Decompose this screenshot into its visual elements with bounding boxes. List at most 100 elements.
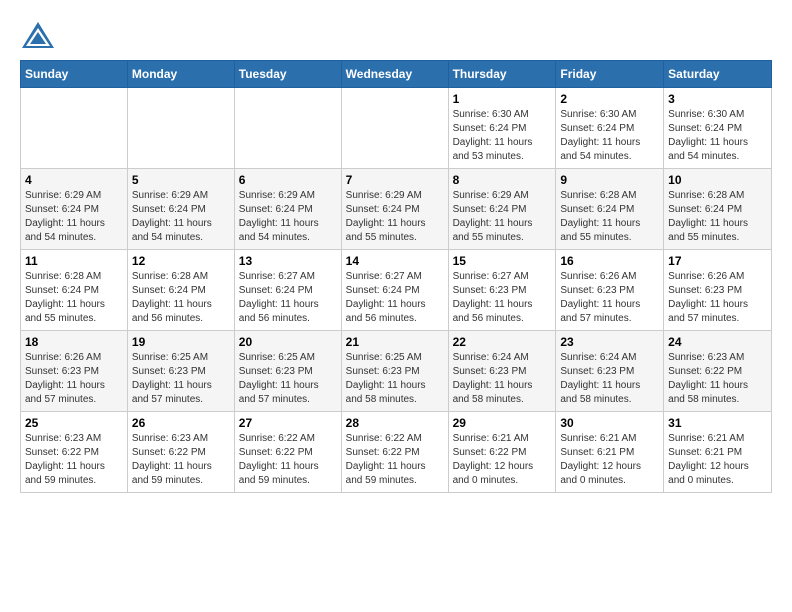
day-info: Sunrise: 6:23 AM Sunset: 6:22 PM Dayligh… (132, 432, 230, 488)
calendar-header: SundayMondayTuesdayWednesdayThursdayFrid… (21, 61, 772, 88)
day-number: 19 (132, 335, 230, 349)
calendar-cell: 25 Sunrise: 6:23 AM Sunset: 6:22 PM Dayli… (21, 412, 128, 493)
day-number: 25 (25, 416, 123, 430)
day-info: Sunrise: 6:29 AM Sunset: 6:24 PM Dayligh… (132, 189, 230, 245)
day-number: 29 (453, 416, 552, 430)
day-number: 12 (132, 254, 230, 268)
header-tuesday: Tuesday (234, 61, 341, 88)
day-info: Sunrise: 6:30 AM Sunset: 6:24 PM Dayligh… (453, 108, 552, 164)
day-number: 22 (453, 335, 552, 349)
calendar-cell: 22 Sunrise: 6:24 AM Sunset: 6:23 PM Dayli… (448, 331, 556, 412)
calendar-cell: 28 Sunrise: 6:22 AM Sunset: 6:22 PM Dayli… (341, 412, 448, 493)
calendar-cell: 13 Sunrise: 6:27 AM Sunset: 6:24 PM Dayli… (234, 250, 341, 331)
day-info: Sunrise: 6:29 AM Sunset: 6:24 PM Dayligh… (25, 189, 123, 245)
day-info: Sunrise: 6:29 AM Sunset: 6:24 PM Dayligh… (239, 189, 337, 245)
calendar-table: SundayMondayTuesdayWednesdayThursdayFrid… (20, 60, 772, 493)
calendar-cell: 4 Sunrise: 6:29 AM Sunset: 6:24 PM Daylig… (21, 169, 128, 250)
calendar-cell: 27Sunrise: 6:22 AM Sunset: 6:22 PM Dayli… (234, 412, 341, 493)
calendar-cell: 17 Sunrise: 6:26 AM Sunset: 6:23 PM Dayli… (664, 250, 772, 331)
calendar-cell: 18Sunrise: 6:26 AM Sunset: 6:23 PM Dayli… (21, 331, 128, 412)
day-number: 9 (560, 173, 659, 187)
header-sunday: Sunday (21, 61, 128, 88)
week-row-2: 11 Sunrise: 6:28 AM Sunset: 6:24 PM Dayli… (21, 250, 772, 331)
day-info: Sunrise: 6:27 AM Sunset: 6:24 PM Dayligh… (346, 270, 444, 326)
day-number: 11 (25, 254, 123, 268)
header-row: SundayMondayTuesdayWednesdayThursdayFrid… (21, 61, 772, 88)
calendar-cell: 24 Sunrise: 6:23 AM Sunset: 6:22 PM Dayli… (664, 331, 772, 412)
day-info: Sunrise: 6:21 AM Sunset: 6:21 PM Dayligh… (560, 432, 659, 488)
header-wednesday: Wednesday (341, 61, 448, 88)
day-info: Sunrise: 6:25 AM Sunset: 6:23 PM Dayligh… (346, 351, 444, 407)
day-info: Sunrise: 6:27 AM Sunset: 6:23 PM Dayligh… (453, 270, 552, 326)
day-number: 2 (560, 92, 659, 106)
day-number: 5 (132, 173, 230, 187)
header-thursday: Thursday (448, 61, 556, 88)
day-info: Sunrise: 6:25 AM Sunset: 6:23 PM Dayligh… (239, 351, 337, 407)
logo-icon (20, 20, 56, 50)
day-info: Sunrise: 6:26 AM Sunset: 6:23 PM Dayligh… (560, 270, 659, 326)
day-info: Sunrise: 6:29 AM Sunset: 6:24 PM Dayligh… (453, 189, 552, 245)
calendar-cell: 15 Sunrise: 6:27 AM Sunset: 6:23 PM Dayli… (448, 250, 556, 331)
calendar-cell: 1 Sunrise: 6:30 AM Sunset: 6:24 PM Daylig… (448, 88, 556, 169)
calendar-cell: 2Sunrise: 6:30 AM Sunset: 6:24 PM Daylig… (556, 88, 664, 169)
day-info: Sunrise: 6:24 AM Sunset: 6:23 PM Dayligh… (560, 351, 659, 407)
header-saturday: Saturday (664, 61, 772, 88)
day-info: Sunrise: 6:23 AM Sunset: 6:22 PM Dayligh… (668, 351, 767, 407)
day-info: Sunrise: 6:27 AM Sunset: 6:24 PM Dayligh… (239, 270, 337, 326)
day-number: 30 (560, 416, 659, 430)
day-number: 23 (560, 335, 659, 349)
day-info: Sunrise: 6:22 AM Sunset: 6:22 PM Dayligh… (346, 432, 444, 488)
day-number: 28 (346, 416, 444, 430)
day-info: Sunrise: 6:28 AM Sunset: 6:24 PM Dayligh… (25, 270, 123, 326)
calendar-cell: 30 Sunrise: 6:21 AM Sunset: 6:21 PM Dayli… (556, 412, 664, 493)
week-row-3: 18Sunrise: 6:26 AM Sunset: 6:23 PM Dayli… (21, 331, 772, 412)
day-info: Sunrise: 6:22 AM Sunset: 6:22 PM Dayligh… (239, 432, 337, 488)
calendar-cell: 14 Sunrise: 6:27 AM Sunset: 6:24 PM Dayli… (341, 250, 448, 331)
calendar-cell (341, 88, 448, 169)
day-info: Sunrise: 6:26 AM Sunset: 6:23 PM Dayligh… (668, 270, 767, 326)
calendar-cell: 23 Sunrise: 6:24 AM Sunset: 6:23 PM Dayli… (556, 331, 664, 412)
day-number: 13 (239, 254, 337, 268)
header-friday: Friday (556, 61, 664, 88)
calendar-cell: 31Sunrise: 6:21 AM Sunset: 6:21 PM Dayli… (664, 412, 772, 493)
day-number: 3 (668, 92, 767, 106)
calendar-cell: 3Sunrise: 6:30 AM Sunset: 6:24 PM Daylig… (664, 88, 772, 169)
day-info: Sunrise: 6:25 AM Sunset: 6:23 PM Dayligh… (132, 351, 230, 407)
day-number: 4 (25, 173, 123, 187)
logo (20, 20, 62, 50)
day-number: 20 (239, 335, 337, 349)
day-number: 7 (346, 173, 444, 187)
day-info: Sunrise: 6:24 AM Sunset: 6:23 PM Dayligh… (453, 351, 552, 407)
calendar-cell: 5 Sunrise: 6:29 AM Sunset: 6:24 PM Daylig… (127, 169, 234, 250)
week-row-0: 1 Sunrise: 6:30 AM Sunset: 6:24 PM Daylig… (21, 88, 772, 169)
day-number: 31 (668, 416, 767, 430)
day-info: Sunrise: 6:28 AM Sunset: 6:24 PM Dayligh… (560, 189, 659, 245)
day-number: 16 (560, 254, 659, 268)
day-number: 10 (668, 173, 767, 187)
page-header (20, 20, 772, 50)
day-info: Sunrise: 6:28 AM Sunset: 6:24 PM Dayligh… (132, 270, 230, 326)
day-info: Sunrise: 6:23 AM Sunset: 6:22 PM Dayligh… (25, 432, 123, 488)
calendar-cell: 9 Sunrise: 6:28 AM Sunset: 6:24 PM Daylig… (556, 169, 664, 250)
week-row-4: 25 Sunrise: 6:23 AM Sunset: 6:22 PM Dayli… (21, 412, 772, 493)
calendar-cell: 8 Sunrise: 6:29 AM Sunset: 6:24 PM Daylig… (448, 169, 556, 250)
day-number: 15 (453, 254, 552, 268)
calendar-cell: 6Sunrise: 6:29 AM Sunset: 6:24 PM Daylig… (234, 169, 341, 250)
day-number: 18 (25, 335, 123, 349)
calendar-cell: 19 Sunrise: 6:25 AM Sunset: 6:23 PM Dayli… (127, 331, 234, 412)
calendar-cell: 20 Sunrise: 6:25 AM Sunset: 6:23 PM Dayli… (234, 331, 341, 412)
day-number: 14 (346, 254, 444, 268)
day-number: 8 (453, 173, 552, 187)
day-number: 24 (668, 335, 767, 349)
calendar-cell: 12 Sunrise: 6:28 AM Sunset: 6:24 PM Dayli… (127, 250, 234, 331)
calendar-cell: 11 Sunrise: 6:28 AM Sunset: 6:24 PM Dayli… (21, 250, 128, 331)
calendar-cell: 26Sunrise: 6:23 AM Sunset: 6:22 PM Dayli… (127, 412, 234, 493)
calendar-cell: 7 Sunrise: 6:29 AM Sunset: 6:24 PM Daylig… (341, 169, 448, 250)
day-number: 1 (453, 92, 552, 106)
calendar-cell: 10 Sunrise: 6:28 AM Sunset: 6:24 PM Dayli… (664, 169, 772, 250)
day-info: Sunrise: 6:28 AM Sunset: 6:24 PM Dayligh… (668, 189, 767, 245)
day-info: Sunrise: 6:29 AM Sunset: 6:24 PM Dayligh… (346, 189, 444, 245)
day-number: 17 (668, 254, 767, 268)
calendar-body: 1 Sunrise: 6:30 AM Sunset: 6:24 PM Daylig… (21, 88, 772, 493)
header-monday: Monday (127, 61, 234, 88)
